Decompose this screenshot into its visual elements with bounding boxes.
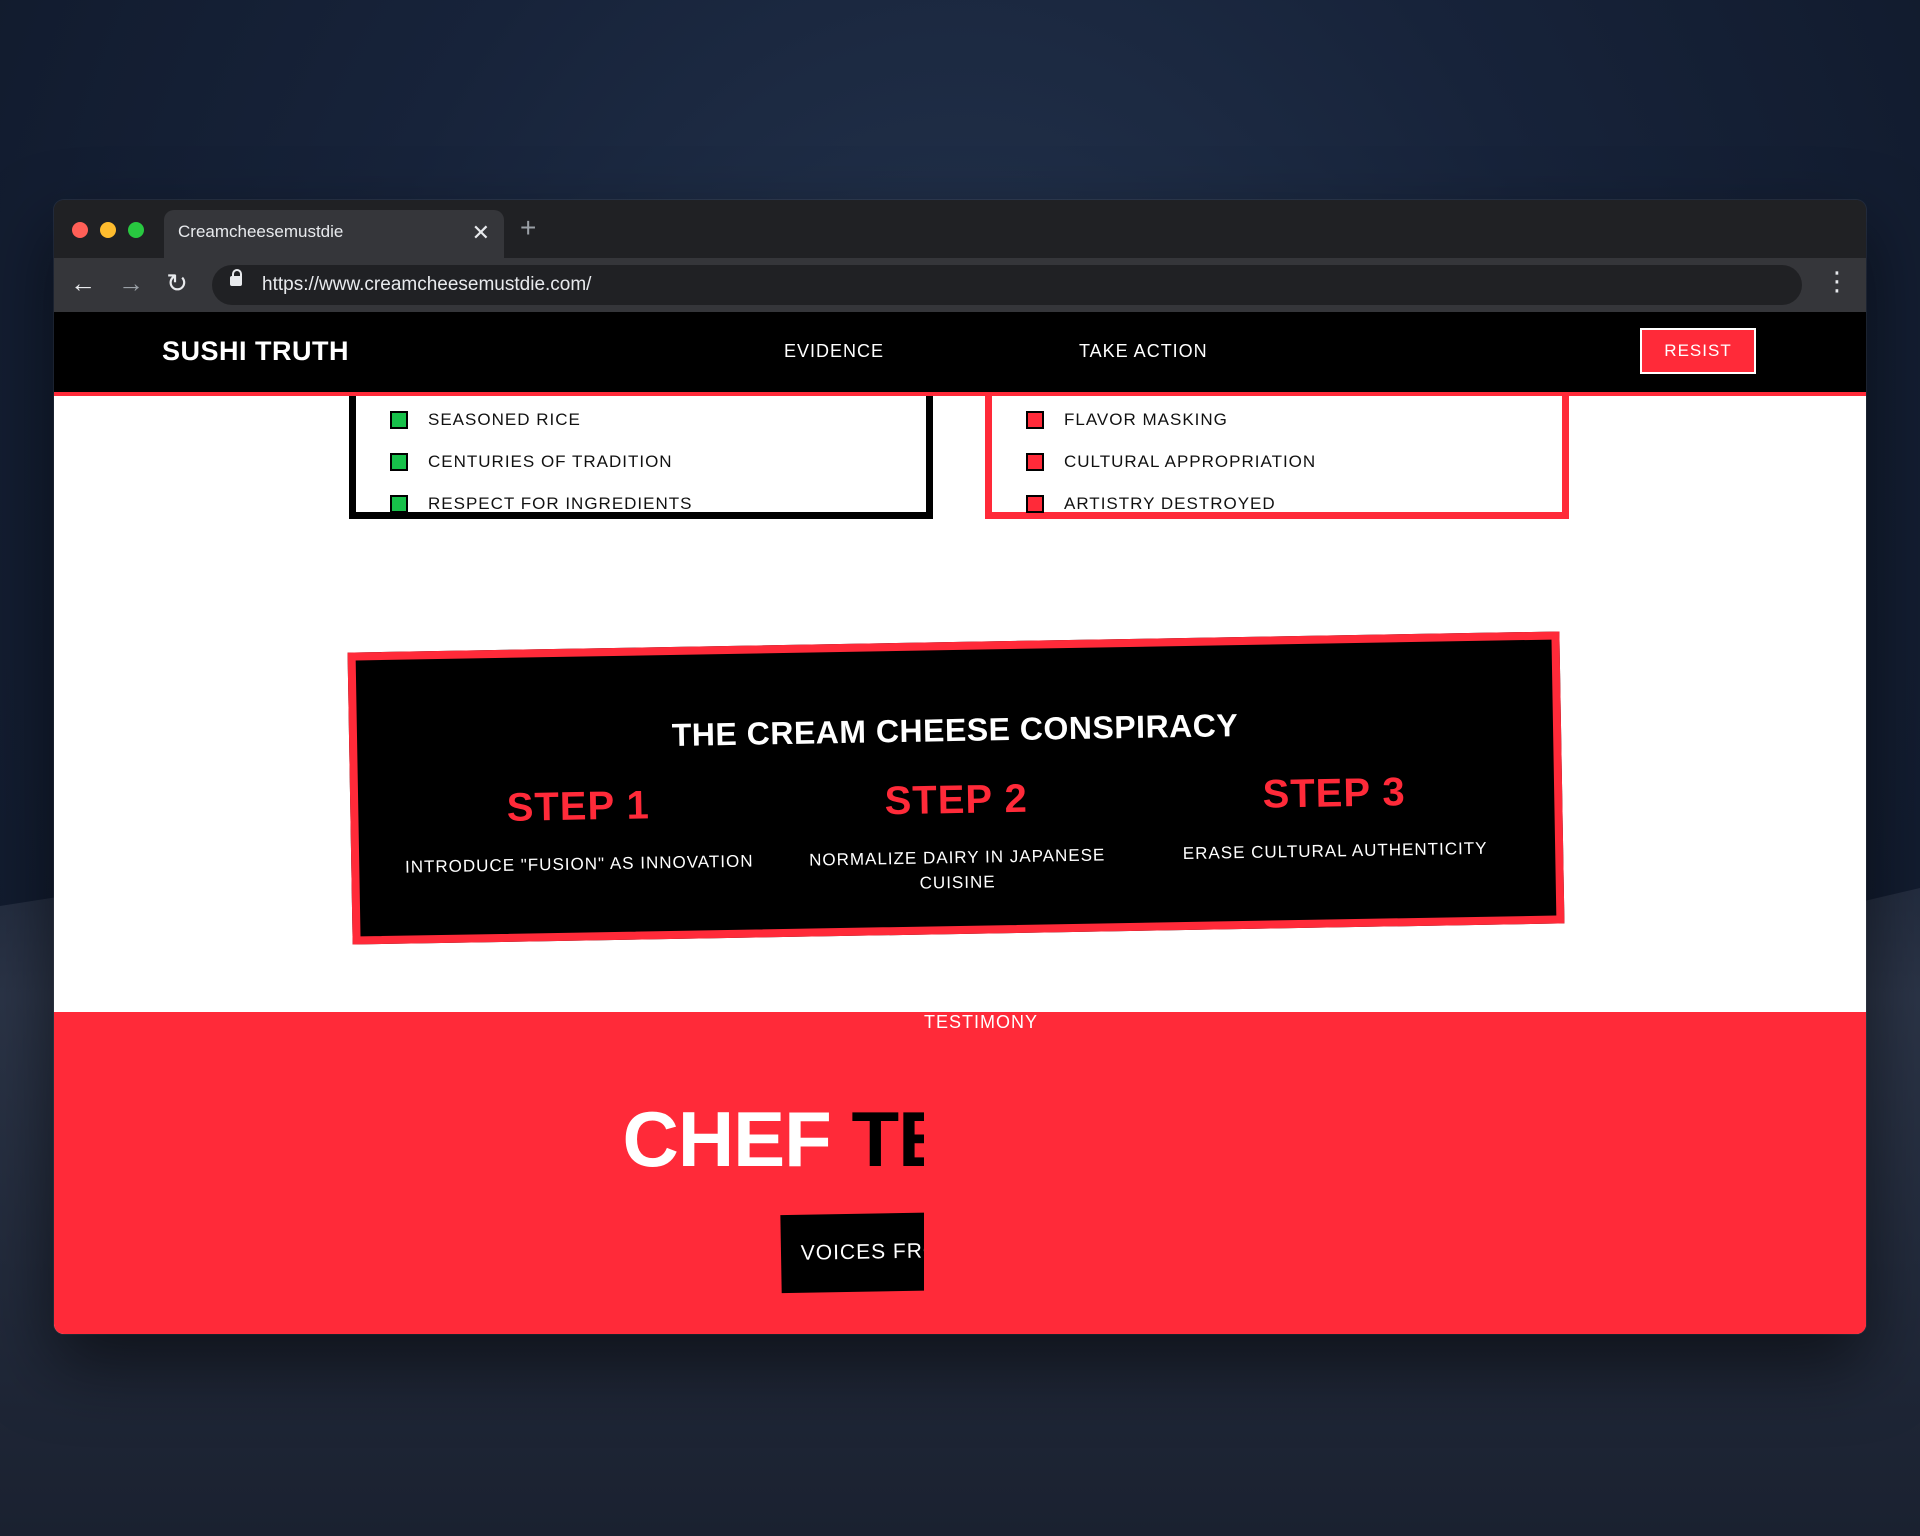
list-item-text: SEASONED RICE xyxy=(428,410,581,429)
resist-button[interactable]: RESIST xyxy=(1640,328,1756,374)
list-item: CENTURIES OF TRADITION xyxy=(390,452,693,494)
minimize-window-button[interactable] xyxy=(100,222,116,238)
browser-tab[interactable]: Creamcheesemustdie ✕ xyxy=(164,210,504,258)
step-label: STEP 2 xyxy=(884,776,1029,824)
list-item-text: CULTURAL APPROPRIATION xyxy=(1064,452,1317,471)
close-tab-icon[interactable]: ✕ xyxy=(472,220,490,246)
step-description: ERASE CULTURAL AUTHENTICITY xyxy=(1182,838,1488,864)
maximize-window-button[interactable] xyxy=(128,222,144,238)
back-arrow-icon[interactable]: ← xyxy=(68,268,98,299)
browser-toolbar: ← → ↻ https://www.creamcheesemustdie.com… xyxy=(54,258,1866,312)
red-square-icon xyxy=(1026,411,1044,429)
red-square-icon xyxy=(1026,495,1044,513)
site-logo[interactable]: SUSHI TRUTH xyxy=(162,336,349,367)
nav-link-take-action[interactable]: TAKE ACTION xyxy=(1079,341,1208,362)
browser-menu-icon[interactable]: ⋮ xyxy=(1824,268,1850,294)
list-item: CULTURAL APPROPRIATION xyxy=(1026,452,1316,494)
reload-icon[interactable]: ↻ xyxy=(162,268,192,299)
new-tab-icon[interactable]: + xyxy=(520,212,536,244)
green-square-icon xyxy=(390,453,408,471)
list-item-text: FLAVOR MASKING xyxy=(1064,410,1228,429)
step-block: STEP 1 INTRODUCE "FUSION" AS INNOVATION xyxy=(398,781,760,879)
step-label: STEP 3 xyxy=(1262,770,1407,817)
site-navbar: SUSHI TRUTH EVIDENCE TESTIMONY TAKE ACTI… xyxy=(54,312,1866,1334)
step-description: NORMALIZE DAIRY IN JAPANESE CUISINE xyxy=(808,845,1106,893)
lock-icon xyxy=(230,269,242,286)
tab-title: Creamcheesemustdie xyxy=(178,222,344,241)
close-window-button[interactable] xyxy=(72,222,88,238)
nav-link-evidence[interactable]: EVIDENCE xyxy=(784,341,884,362)
nav-link-testimony[interactable]: TESTIMONY xyxy=(924,1012,1866,1334)
address-bar[interactable]: https://www.creamcheesemustdie.com/ xyxy=(212,265,1802,305)
tab-bar: Creamcheesemustdie ✕ + xyxy=(54,200,1866,258)
list-item: FLAVOR MASKING xyxy=(1026,410,1316,452)
heading-word-chef: CHEF xyxy=(622,1095,831,1183)
conspiracy-title: THE CREAM CHEESE CONSPIRACY xyxy=(671,707,1239,753)
step-block: STEP 2 NORMALIZE DAIRY IN JAPANESE CUISI… xyxy=(776,775,1138,898)
list-item-text: CENTURIES OF TRADITION xyxy=(428,452,673,471)
step-block: STEP 3 ERASE CULTURAL AUTHENTICITY xyxy=(1154,768,1516,866)
list-item: RESPECT FOR INGREDIENTS xyxy=(390,494,693,536)
list-item-text: ARTISTRY DESTROYED xyxy=(1064,494,1276,513)
browser-window: Creamcheesemustdie ✕ + ← → ↻ https://www… xyxy=(54,200,1866,1334)
list-item: ARTISTRY DESTROYED xyxy=(1026,494,1316,536)
step-description: INTRODUCE "FUSION" AS INNOVATION xyxy=(404,851,754,877)
list-item: SEASONED RICE xyxy=(390,410,693,452)
green-square-icon xyxy=(390,411,408,429)
conspiracy-panel: THE CREAM CHEESE CONSPIRACY STEP 1 INTRO… xyxy=(347,631,1565,945)
red-square-icon xyxy=(1026,453,1044,471)
forward-arrow-icon[interactable]: → xyxy=(116,268,146,299)
green-square-icon xyxy=(390,495,408,513)
list-item-text: RESPECT FOR INGREDIENTS xyxy=(428,494,693,513)
page-viewport: SUSHI TRUTH EVIDENCE TESTIMONY TAKE ACTI… xyxy=(54,312,1866,1334)
step-label: STEP 1 xyxy=(506,783,651,830)
url-text: https://www.creamcheesemustdie.com/ xyxy=(262,274,592,295)
